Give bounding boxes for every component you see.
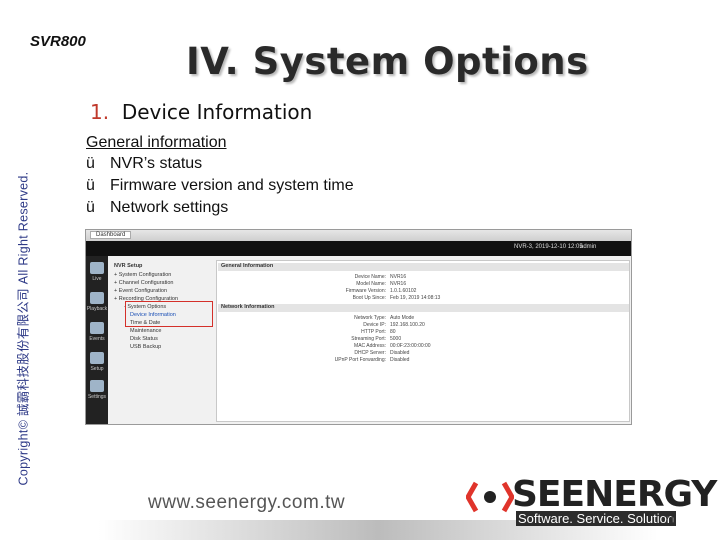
website-url[interactable]: www.seenergy.com.tw (148, 492, 345, 514)
copyright-notice: Copyright© 誠霸科技股份有限公司 All Right Reserved… (16, 171, 31, 486)
bullet-item: ü NVR’s status (86, 155, 203, 172)
field-label: Boot Up Since: (352, 295, 386, 301)
subtitle-text: Device Information (121, 100, 313, 124)
check-icon: ü (86, 155, 95, 172)
field-label: Firmware Version: (345, 288, 386, 294)
general-info-heading: General information (86, 134, 227, 151)
datetime-display: NVR-3, 2019-12-10 12:05 (514, 244, 583, 250)
tree-item[interactable]: USB Backup (130, 344, 161, 350)
events-icon[interactable] (90, 322, 104, 334)
sidebar-item-live[interactable]: Live (86, 276, 108, 282)
field-value: Disabled (390, 357, 410, 363)
browser-tab-bar (86, 230, 631, 241)
setup-icon[interactable] (90, 352, 104, 364)
tree-item[interactable]: Maintenance (130, 328, 162, 334)
check-icon: ü (86, 177, 95, 194)
tree-root[interactable]: NVR Setup (114, 263, 142, 269)
sidebar-item-events[interactable]: Events (86, 336, 108, 342)
gear-icon[interactable] (90, 380, 104, 392)
field-value: 1.0.1.60102 (390, 288, 417, 294)
field-label: DHCP Server: (354, 350, 386, 356)
browser-tab[interactable]: Dashboard (90, 231, 132, 239)
brand-label: SVR800 (30, 33, 86, 50)
field-value: 192.168.100.20 (390, 322, 425, 328)
selection-highlight (125, 301, 213, 327)
content-panel (216, 260, 630, 422)
bullet-item: ü Network settings (86, 199, 229, 216)
field-value: Feb 19, 2019 14:08:13 (390, 295, 441, 301)
field-value: 80 (390, 329, 396, 335)
general-section-header: General Information (218, 263, 629, 271)
field-value: Auto Mode (390, 315, 415, 321)
field-label: Network Type: (354, 315, 386, 321)
user-label[interactable]: admin (580, 244, 596, 250)
field-label: Streaming Port: (351, 336, 386, 342)
tree-item[interactable]: + Event Configuration (114, 288, 167, 294)
slide-title: IV. System Options (186, 40, 589, 83)
field-value: Disabled (390, 350, 410, 356)
playback-icon[interactable] (90, 292, 104, 304)
seenergy-logo-icon (466, 481, 514, 513)
subtitle-number: 1. (90, 100, 110, 124)
logo-wordmark: SEENERGY (512, 474, 717, 515)
field-label: Model Name: (356, 281, 386, 287)
tree-item[interactable]: Disk Status (130, 336, 158, 342)
sidebar-item-playback[interactable]: Playback (86, 306, 108, 312)
slide-subtitle: 1. Device Information (90, 100, 312, 124)
live-icon[interactable] (90, 262, 104, 274)
sidebar-item-setup[interactable]: Setup (86, 366, 108, 372)
field-value: NVR16 (390, 281, 407, 287)
field-label: HTTP Port: (361, 329, 386, 335)
sidebar-item-settings[interactable]: Settings (86, 394, 108, 400)
check-icon: ü (86, 199, 95, 216)
page-number: 71 (664, 515, 676, 526)
network-section-header: Network Information (218, 304, 629, 312)
bullet-item: ü Firmware version and system time (86, 177, 354, 194)
logo-tagline: Software. Service. Solution (516, 511, 677, 526)
nvr-screenshot: Dashboard NVR-3, 2019-12-10 12:05 admin … (85, 229, 632, 425)
field-value: 00:0F:23:00:00:00 (390, 343, 431, 349)
field-label: UPnP Port Forwarding: (334, 357, 386, 363)
tree-item[interactable]: + Channel Configuration (114, 280, 173, 286)
tree-item[interactable]: + System Configuration (114, 272, 171, 278)
field-value: 5000 (390, 336, 402, 342)
field-label: MAC Address: (354, 343, 386, 349)
field-label: Device IP: (363, 322, 386, 328)
field-label: Device Name: (354, 274, 386, 280)
field-value: NVR16 (390, 274, 407, 280)
